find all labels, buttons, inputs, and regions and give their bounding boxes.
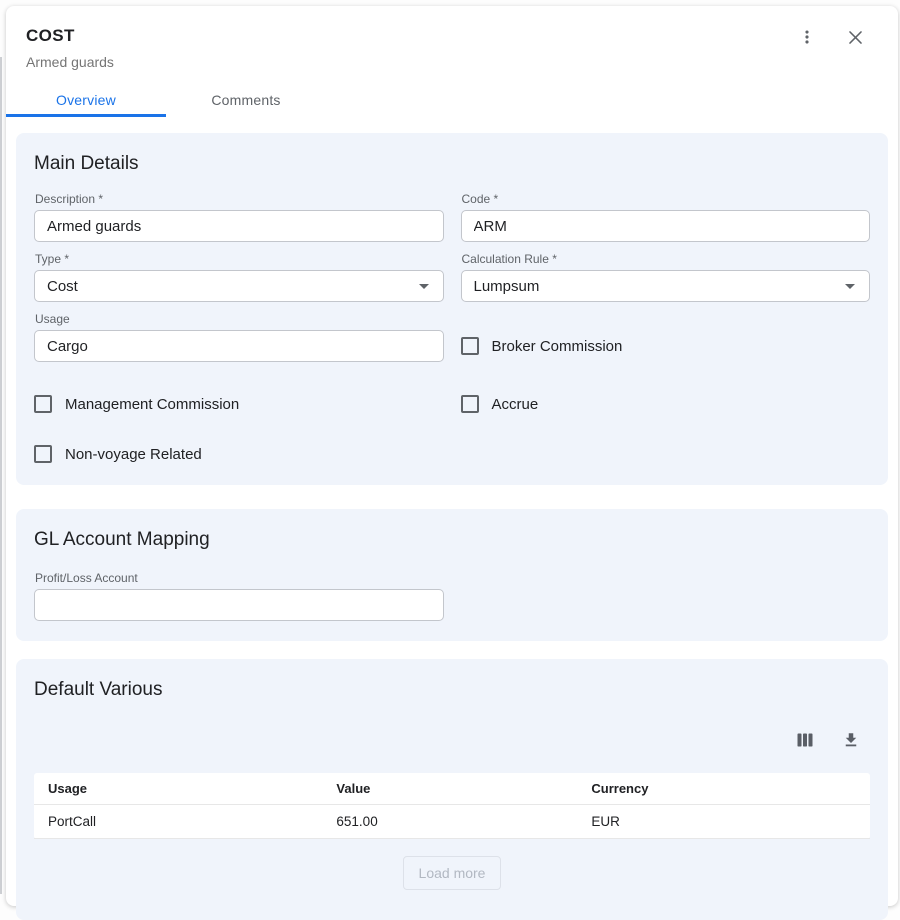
cell-value: 651.00: [322, 814, 577, 829]
profit-loss-field-group: Profit/Loss Account: [34, 571, 444, 621]
dialog-header: COST Armed guards: [6, 6, 898, 70]
page-title: COST: [26, 26, 864, 46]
profit-loss-input[interactable]: [34, 589, 444, 621]
table-toolbar: [34, 727, 870, 753]
broker-commission-cell: Broker Commission: [461, 312, 871, 362]
management-commission-label: Management Commission: [65, 396, 239, 413]
load-more-wrap: Load more: [34, 856, 870, 890]
tab-comments-label: Comments: [211, 92, 280, 108]
calculation-rule-label: Calculation Rule *: [462, 252, 871, 266]
table-header-currency: Currency: [577, 781, 870, 796]
main-details-title: Main Details: [34, 153, 870, 175]
header-actions: [794, 24, 868, 50]
tab-overview[interactable]: Overview: [6, 83, 166, 117]
non-voyage-related-checkbox[interactable]: Non-voyage Related: [34, 445, 444, 463]
non-voyage-related-label: Non-voyage Related: [65, 446, 202, 463]
management-commission-checkbox[interactable]: Management Commission: [34, 395, 444, 413]
accrue-checkbox[interactable]: Accrue: [461, 395, 871, 413]
type-select[interactable]: Cost: [34, 270, 444, 302]
broker-commission-label: Broker Commission: [492, 338, 623, 355]
main-details-section: Main Details Description * Code * Type *…: [16, 133, 888, 485]
page-subtitle: Armed guards: [26, 54, 864, 70]
description-field-group: Description *: [34, 192, 444, 242]
calculation-rule-field-group: Calculation Rule * Lumpsum: [461, 252, 871, 302]
code-field-group: Code *: [461, 192, 871, 242]
close-icon[interactable]: [842, 24, 868, 50]
calculation-rule-select-value: Lumpsum: [474, 278, 540, 295]
kebab-menu-icon[interactable]: [794, 24, 820, 50]
checkbox-icon: [461, 337, 479, 355]
accrue-label: Accrue: [492, 396, 539, 413]
description-input[interactable]: [34, 210, 444, 242]
type-select-value: Cost: [47, 278, 78, 295]
cell-currency: EUR: [577, 814, 870, 829]
description-label: Description *: [35, 192, 444, 206]
default-various-title: Default Various: [34, 679, 870, 701]
type-label: Type *: [35, 252, 444, 266]
tab-overview-label: Overview: [56, 92, 116, 108]
gl-account-mapping-title: GL Account Mapping: [34, 529, 870, 551]
usage-label: Usage: [35, 312, 444, 326]
download-icon[interactable]: [838, 727, 864, 753]
usage-field-group: Usage: [34, 312, 444, 362]
checkbox-icon: [34, 395, 52, 413]
load-more-button[interactable]: Load more: [403, 856, 502, 890]
usage-input[interactable]: [34, 330, 444, 362]
broker-commission-checkbox[interactable]: Broker Commission: [461, 337, 623, 362]
gl-account-mapping-section: GL Account Mapping Profit/Loss Account: [16, 509, 888, 641]
table-header-usage: Usage: [34, 781, 322, 796]
tab-comments[interactable]: Comments: [166, 83, 326, 117]
code-label: Code *: [462, 192, 871, 206]
default-various-section: Default Various Usage Value Currency: [16, 659, 888, 920]
cell-usage: PortCall: [34, 814, 322, 829]
tab-bar: Overview Comments: [6, 83, 898, 117]
table-header-value: Value: [322, 781, 577, 796]
background-page-edge: [0, 57, 2, 894]
table-header-row: Usage Value Currency: [34, 773, 870, 805]
cost-dialog: COST Armed guards Overview Comments Main…: [6, 6, 898, 906]
checkbox-icon: [34, 445, 52, 463]
checkbox-icon: [461, 395, 479, 413]
default-various-table: Usage Value Currency PortCall 651.00 EUR: [34, 773, 870, 839]
chevron-down-icon: [419, 284, 429, 289]
code-input[interactable]: [461, 210, 871, 242]
chevron-down-icon: [845, 284, 855, 289]
profit-loss-label: Profit/Loss Account: [35, 571, 444, 585]
view-columns-icon[interactable]: [792, 727, 818, 753]
calculation-rule-select[interactable]: Lumpsum: [461, 270, 871, 302]
table-row[interactable]: PortCall 651.00 EUR: [34, 805, 870, 839]
type-field-group: Type * Cost: [34, 252, 444, 302]
